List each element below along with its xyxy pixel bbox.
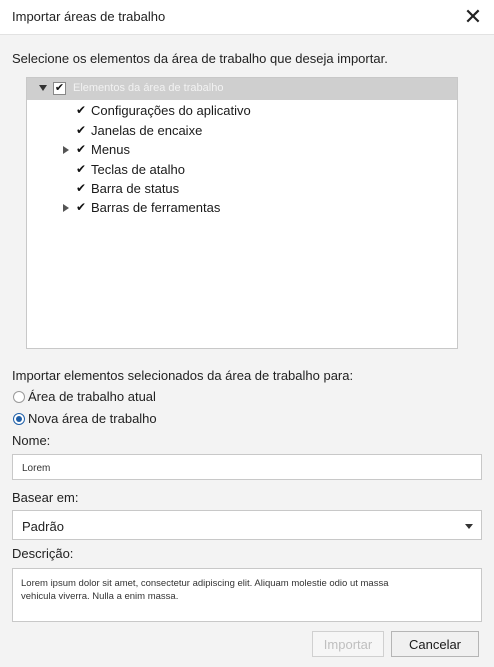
cancel-button[interactable]: Cancelar [391, 631, 479, 657]
checkbox-app-settings[interactable]: ✔ [75, 104, 87, 116]
description-value: Lorem ipsum dolor sit amet, consectetur … [21, 578, 389, 602]
base-on-label: Basear em: [12, 490, 79, 505]
checkbox-toolbars[interactable]: ✔ [75, 201, 87, 213]
tree-item-toolbars[interactable]: Barras de ferramentas [91, 200, 220, 215]
instruction-text: Selecione os elementos da área de trabal… [12, 51, 388, 66]
import-to-label: Importar elementos selecionados da área … [12, 368, 354, 383]
collapse-triangle-icon[interactable] [39, 85, 47, 91]
description-label: Descrição: [12, 546, 74, 561]
dialog-title: Importar áreas de trabalho [12, 9, 166, 24]
root-checkbox[interactable]: ✔ [53, 82, 66, 95]
expand-triangle-icon[interactable] [63, 146, 69, 154]
radio-current-workspace[interactable] [13, 391, 25, 403]
base-on-select[interactable]: Padrão [12, 510, 482, 540]
base-on-selected-value: Padrão [22, 519, 64, 534]
name-field[interactable]: Lorem [12, 454, 482, 480]
tree-item-app-settings[interactable]: Configurações do aplicativo [91, 103, 251, 118]
tree-item-shortcut-keys[interactable]: Teclas de atalho [91, 162, 185, 177]
tree-root-label: Elementos da área de trabalho [73, 82, 224, 94]
name-field-value: Lorem [22, 463, 51, 474]
checkbox-menus[interactable]: ✔ [75, 143, 87, 155]
import-button[interactable]: Importar [312, 631, 384, 657]
checkbox-docker-windows[interactable]: ✔ [75, 124, 87, 136]
radio-new-workspace[interactable] [13, 413, 25, 425]
tree-item-menus[interactable]: Menus [91, 142, 130, 157]
tree-item-docker-windows[interactable]: Janelas de encaixe [91, 123, 202, 138]
close-icon[interactable]: ✕ [458, 2, 488, 32]
chevron-down-icon[interactable] [465, 524, 473, 529]
workspace-elements-tree[interactable]: ✔ Elementos da área de trabalho ✔ Config… [26, 77, 458, 349]
checkbox-status-bar[interactable]: ✔ [75, 182, 87, 194]
description-textarea[interactable]: Lorem ipsum dolor sit amet, consectetur … [12, 568, 482, 622]
import-workspace-dialog: Importar áreas de trabalho ✕ Selecione o… [0, 0, 494, 667]
tree-item-status-bar[interactable]: Barra de status [91, 181, 179, 196]
radio-new-workspace-label[interactable]: Nova área de trabalho [28, 411, 157, 426]
expand-triangle-icon[interactable] [63, 204, 69, 212]
name-label: Nome: [12, 433, 51, 448]
radio-current-workspace-label[interactable]: Área de trabalho atual [28, 389, 156, 404]
checkbox-shortcut-keys[interactable]: ✔ [75, 163, 87, 175]
title-bar: Importar áreas de trabalho ✕ [0, 0, 494, 35]
tree-root-row[interactable]: ✔ Elementos da área de trabalho [27, 78, 457, 100]
